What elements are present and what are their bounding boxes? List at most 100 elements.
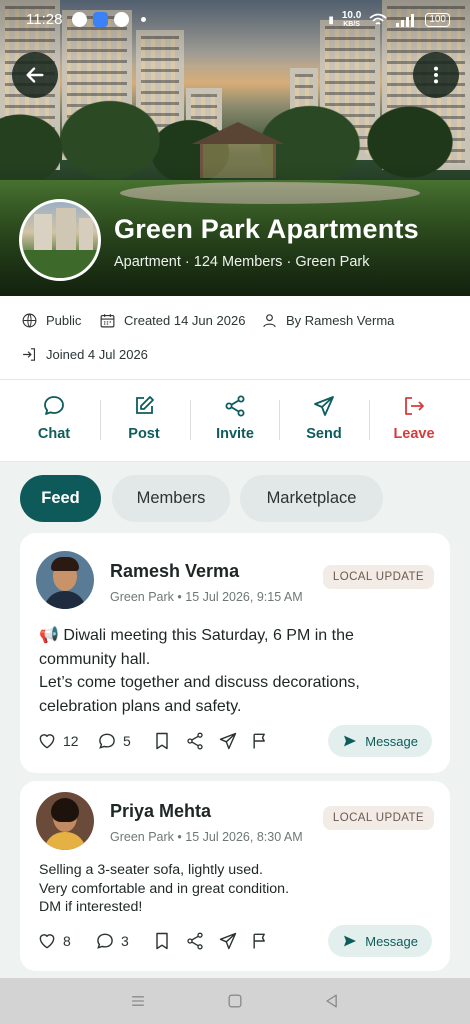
send-post-button[interactable] (218, 731, 238, 751)
post-card: Ramesh Verma Green Park • 15 Jul 2026, 9… (20, 533, 450, 773)
share-icon (187, 932, 203, 950)
network-speed-unit: KB/S (343, 21, 360, 28)
comment-button[interactable]: 3 (95, 931, 129, 951)
back-nav-icon[interactable] (322, 991, 342, 1011)
share-button[interactable] (185, 731, 205, 751)
chat-button[interactable]: Chat (9, 394, 99, 442)
post-line: community hall. (39, 650, 151, 668)
creator-info: By Ramesh Verma (261, 312, 394, 329)
invite-button[interactable]: Invite (190, 394, 280, 442)
flag-icon (253, 933, 265, 949)
login-icon (23, 348, 36, 361)
flag-icon (253, 733, 265, 749)
edit-icon (136, 396, 154, 414)
post-meta: Green Park • 15 Jul 2026, 8:30 AM (110, 830, 303, 844)
more-notifications-icon (141, 17, 146, 22)
post-line: 📢 Diwali meeting this Saturday, 6 PM in … (39, 627, 354, 644)
send-icon (314, 396, 334, 416)
logout-icon (405, 397, 424, 415)
wifi-icon (369, 13, 387, 25)
tab-members[interactable]: Members (112, 475, 230, 522)
user-icon (263, 314, 276, 328)
post-badge: LOCAL UPDATE (322, 565, 434, 589)
post-body: Selling a 3-seater sofa, lightly used. V… (39, 861, 434, 917)
author-avatar (36, 551, 94, 609)
system-navigation-bar (0, 978, 470, 1024)
created-label: Created 14 Jun 2026 (124, 313, 246, 328)
notification-icon (72, 12, 87, 27)
send-label: Send (306, 426, 342, 442)
post-author[interactable]: Ramesh Verma (110, 561, 239, 582)
group-actions: Chat Post Invite Send Leave (0, 380, 470, 462)
more-options-button[interactable] (413, 52, 459, 98)
video-call-icon (93, 12, 108, 27)
recent-apps-icon[interactable] (128, 991, 148, 1011)
post-button[interactable]: Post (99, 394, 189, 442)
post-line: celebration plans and safety. (39, 697, 242, 715)
chat-label: Chat (37, 426, 71, 442)
battery-level: 100 (425, 13, 450, 27)
comment-icon (97, 933, 113, 949)
report-button[interactable] (250, 931, 270, 951)
heart-icon (39, 934, 55, 949)
tab-feed[interactable]: Feed (20, 475, 101, 522)
chat-bubble-icon (44, 396, 64, 415)
share-icon (187, 732, 203, 750)
leave-button[interactable]: Leave (369, 394, 459, 442)
status-bar: 11:28 ▮ 10.0 KB/S 100 (0, 0, 470, 40)
post-line: Let’s come together and discuss decorati… (39, 674, 360, 692)
bookmark-icon (156, 932, 168, 950)
post-meta: Green Park • 15 Jul 2026, 9:15 AM (110, 590, 303, 604)
play-icon (114, 12, 129, 27)
comment-icon (99, 733, 115, 749)
tab-marketplace[interactable]: Marketplace (240, 475, 383, 522)
post-line: Selling a 3-seater sofa, lightly used. (39, 862, 263, 878)
network-speed-value: 10.0 (341, 10, 362, 21)
globe-icon (22, 313, 37, 328)
like-count: 12 (63, 733, 79, 749)
group-info: Public Created 14 Jun 2026 By Ramesh Ver… (0, 296, 470, 380)
send-button[interactable]: Send (279, 394, 369, 442)
post-card: Priya Mehta Green Park • 15 Jul 2026, 8:… (20, 781, 450, 971)
more-vertical-icon (433, 66, 439, 84)
comment-button[interactable]: 5 (97, 731, 131, 751)
post-author[interactable]: Priya Mehta (110, 801, 211, 822)
post-label: Post (128, 426, 160, 442)
message-button[interactable]: Message (328, 725, 432, 757)
comment-count: 5 (123, 733, 131, 749)
bookmark-icon (156, 732, 168, 750)
back-button[interactable] (12, 52, 58, 98)
like-count: 8 (63, 933, 71, 949)
like-button[interactable]: 8 (37, 931, 71, 951)
leave-label: Leave (393, 426, 435, 442)
calendar-icon (100, 314, 115, 328)
message-button[interactable]: Message (328, 925, 432, 957)
share-icon (225, 395, 245, 417)
signal-icon (396, 14, 415, 27)
post-body: 📢 Diwali meeting this Saturday, 6 PM in … (39, 624, 434, 718)
share-button[interactable] (185, 931, 205, 951)
post-line: Very comfortable and in great condition. (39, 880, 290, 897)
visibility-info: Public (21, 312, 81, 329)
report-button[interactable] (250, 731, 270, 751)
joined-label: Joined 4 Jul 2026 (46, 347, 148, 362)
send-icon (219, 732, 237, 750)
invite-label: Invite (216, 426, 254, 442)
home-icon[interactable] (225, 991, 245, 1011)
group-subtitle: Apartment · 124 Members · Green Park (114, 254, 370, 270)
group-avatar (19, 199, 101, 281)
bookmark-button[interactable] (152, 931, 172, 951)
visibility-label: Public (46, 313, 82, 328)
group-title: Green Park Apartments (114, 214, 419, 244)
post-badge: LOCAL UPDATE (322, 806, 434, 830)
post-line: DM if interested! (39, 899, 143, 916)
message-label: Message (365, 733, 418, 749)
bookmark-button[interactable] (152, 731, 172, 751)
like-button[interactable]: 12 (37, 731, 79, 751)
heart-icon (39, 734, 55, 749)
message-label: Message (365, 933, 418, 949)
creator-label: By Ramesh Verma (286, 313, 395, 328)
author-avatar (36, 792, 94, 850)
arrow-left-icon (26, 67, 44, 83)
send-post-button[interactable] (218, 931, 238, 951)
